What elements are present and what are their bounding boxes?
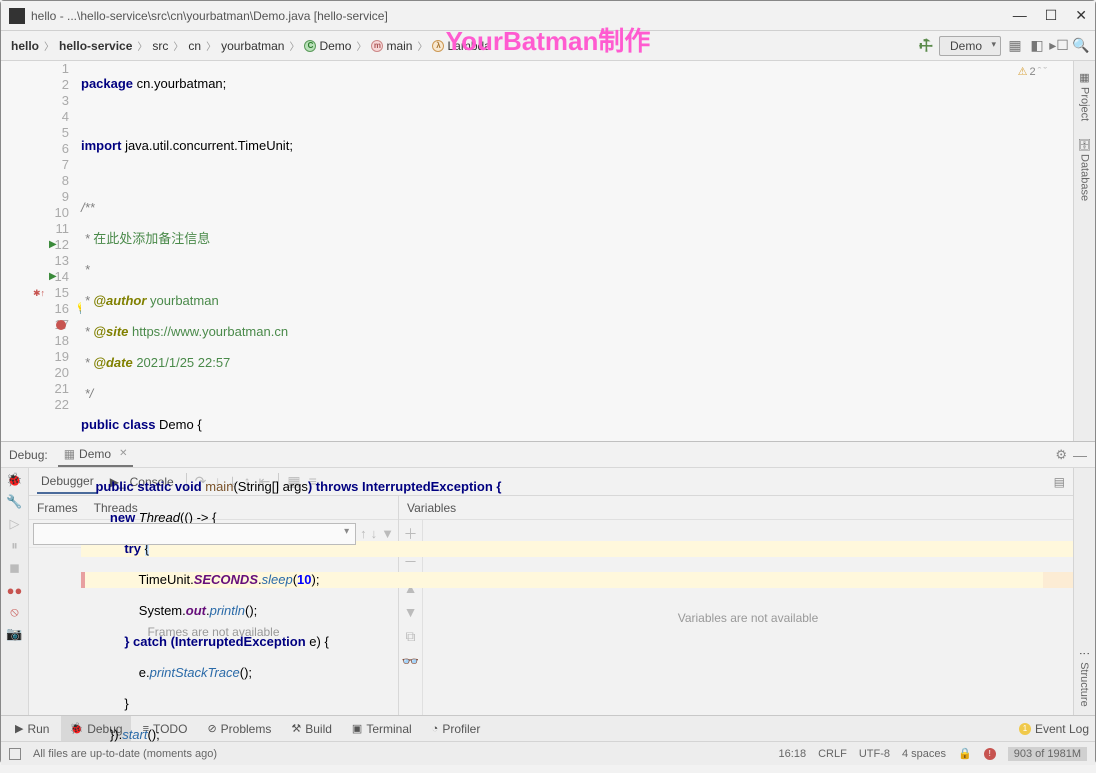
close-button[interactable]: ✕ — [1075, 7, 1087, 24]
window-controls: — ☐ ✕ — [1013, 7, 1087, 24]
database-tool-tab[interactable]: 🗄 Database — [1076, 133, 1093, 205]
debug-title-label: Debug: — [9, 448, 48, 462]
chevron-down-icon[interactable]: ˇ — [1043, 66, 1047, 78]
chevron-up-icon[interactable]: ˆ — [1038, 66, 1042, 78]
breadcrumb-item[interactable]: hello — [7, 39, 43, 53]
maximize-button[interactable]: ☐ — [1045, 7, 1058, 24]
camera-icon[interactable]: 📷 — [7, 626, 23, 642]
run-gutter-icon[interactable]: ▶ — [49, 237, 57, 253]
window-title-bar: hello - ...\hello-service\src\cn\yourbat… — [1, 1, 1095, 31]
build-icon[interactable]: ⚒ — [914, 33, 938, 57]
project-tool-tab[interactable]: ▦ Project — [1076, 67, 1093, 125]
lambda-icon: λ — [432, 40, 444, 52]
breadcrumb-item[interactable]: λLambda — [428, 39, 494, 53]
class-icon: ▦ — [64, 447, 75, 461]
code-editor[interactable]: ⚠ 2 ˆ ˇ 1234 5678 91011 12▶ 13 14▶ 15✱↑ … — [1, 61, 1073, 441]
toolbar-icon[interactable]: ◧ — [1029, 38, 1045, 54]
warning-icon: ⚠ — [1018, 65, 1028, 78]
breadcrumb-item[interactable]: CDemo — [300, 39, 355, 53]
run-gutter-icon[interactable]: ▶ — [49, 269, 57, 285]
resume-icon[interactable]: ▷ — [7, 516, 23, 532]
run-config-selector[interactable]: Demo — [939, 36, 1001, 56]
breakpoints-icon[interactable]: ●● — [7, 582, 23, 598]
method-icon: m — [371, 40, 383, 52]
frames-tab[interactable]: Frames — [37, 501, 78, 515]
minimize-button[interactable]: — — [1013, 7, 1027, 24]
inspection-indicator[interactable]: ⚠ 2 ˆ ˇ — [1018, 65, 1047, 78]
editor-content[interactable]: package cn.yourbatman; import java.util.… — [81, 61, 1073, 441]
breadcrumb-item[interactable]: src — [148, 39, 172, 53]
breadcrumb-item[interactable]: mmain — [367, 39, 416, 53]
breakpoint-icon[interactable] — [56, 320, 66, 330]
thread-selector[interactable] — [33, 523, 356, 545]
modified-marker-icon: ✱↑ — [33, 285, 45, 301]
main-area: ⚠ 2 ˆ ˇ 1234 5678 91011 12▶ 13 14▶ 15✱↑ … — [1, 61, 1095, 441]
editor-gutter[interactable]: 1234 5678 91011 12▶ 13 14▶ 15✱↑ 16💡 17 1… — [1, 61, 81, 441]
toolbar-icon[interactable]: ▦ — [1007, 38, 1023, 54]
structure-tool-tab[interactable]: ⋮ Structure — [1078, 648, 1091, 707]
navigation-bar: hello〉 hello-service〉 src〉 cn〉 yourbatma… — [1, 31, 1095, 61]
debug-left-toolbar: 🐞 🔧 ▷ ⏸ ◼ ●● ⦸ 📷 — [1, 468, 29, 715]
right-tool-strip: ▦ Project 🗄 Database — [1073, 61, 1095, 441]
window-title: hello - ...\hello-service\src\cn\yourbat… — [31, 9, 1013, 23]
app-icon — [9, 8, 25, 24]
status-icon[interactable] — [9, 748, 21, 760]
breadcrumb: hello〉 hello-service〉 src〉 cn〉 yourbatma… — [7, 38, 919, 53]
rerun-debug-icon[interactable]: 🐞 — [7, 472, 23, 488]
mute-breakpoints-icon[interactable]: ⦸ — [7, 604, 23, 620]
wrench-icon[interactable]: 🔧 — [7, 494, 23, 510]
right-tool-strip-lower: ⋮ Structure — [1073, 468, 1095, 715]
class-icon: C — [304, 40, 316, 52]
toolbar-icon[interactable]: ▸☐ — [1051, 38, 1067, 54]
pause-icon[interactable]: ⏸ — [7, 538, 23, 554]
play-icon: ▶ — [15, 722, 23, 735]
run-tab[interactable]: ▶Run — [7, 716, 57, 741]
breadcrumb-item[interactable]: yourbatman — [217, 39, 288, 53]
breadcrumb-item[interactable]: hello-service — [55, 39, 136, 53]
minimize-panel-icon[interactable]: — — [1073, 447, 1087, 463]
search-icon[interactable]: 🔍 — [1073, 38, 1089, 54]
toolbar-right: ⚒ Demo ▦ ◧ ▸☐ 🔍 — [919, 36, 1089, 56]
stop-icon[interactable]: ◼ — [7, 560, 23, 576]
breadcrumb-item[interactable]: cn — [184, 39, 205, 53]
